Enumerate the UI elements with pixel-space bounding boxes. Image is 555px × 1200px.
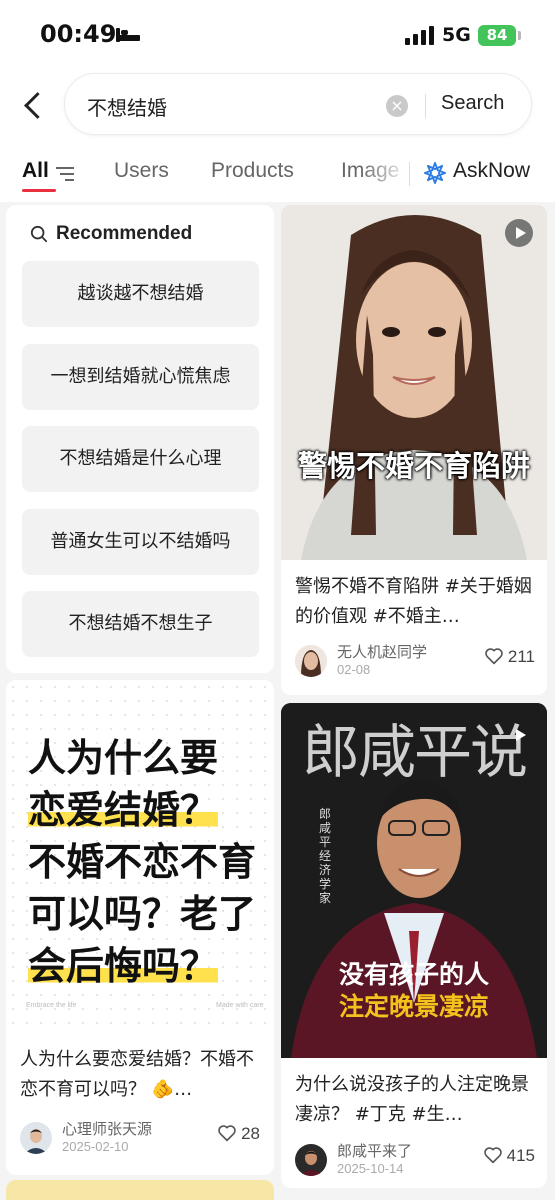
- avatar[interactable]: [295, 1144, 327, 1176]
- avatar[interactable]: [20, 1122, 52, 1154]
- post-date: 02-08: [337, 662, 371, 677]
- network-type: 5G: [442, 24, 471, 46]
- cover-caption: 没有孩子的人: [338, 960, 489, 989]
- heart-icon: [485, 648, 503, 665]
- cover-caption: 注定晚景凄凉: [338, 992, 489, 1021]
- like-count: 28: [241, 1124, 260, 1143]
- recommended-item[interactable]: 普通女生可以不结婚吗: [22, 509, 259, 575]
- cover-footer-left: Embrace the life: [26, 1002, 77, 1009]
- post-card[interactable]: 警惕不婚不育陷阱 警惕不婚不育陷阱 #关于婚姻的价值观 #不婚主… 无人机赵同学…: [281, 205, 547, 695]
- cover-line: 人为什么要: [28, 736, 219, 780]
- cellular-signal-icon: [405, 25, 435, 45]
- recommended-item[interactable]: 越谈越不想结婚: [22, 261, 259, 327]
- cover-caption: 警惕不婚不育陷阱: [297, 449, 530, 483]
- recommended-card: Recommended 越谈越不想结婚 一想到结婚就心慌焦虑 不想结婚是什么心理…: [6, 205, 274, 673]
- status-bar: 00:49 5G 84: [0, 0, 555, 70]
- battery-tip: [518, 31, 521, 40]
- recommended-item[interactable]: 不想结婚是什么心理: [22, 426, 259, 492]
- battery-icon: 84: [478, 25, 516, 46]
- video-play-icon: [505, 219, 533, 247]
- author-name[interactable]: 郎咸平来了: [337, 1140, 412, 1161]
- tab-divider: [409, 162, 410, 186]
- post-description[interactable]: 人为什么要恋爱结婚？不婚不恋不育可以吗？ 🫵…: [20, 1045, 260, 1105]
- recommended-title: Recommended: [28, 223, 192, 245]
- asknow-sparkle-icon[interactable]: [424, 162, 446, 184]
- search-query[interactable]: 不想结婚: [87, 92, 167, 121]
- avatar-image: [20, 1122, 52, 1154]
- portrait-photo: [281, 205, 547, 560]
- cover-footer-right: Made with care: [216, 1002, 264, 1009]
- cover-line: 会后悔吗？: [28, 944, 219, 988]
- post-card-partial[interactable]: [6, 1180, 274, 1200]
- avatar[interactable]: [295, 645, 327, 677]
- avatar-image: [295, 1144, 327, 1176]
- status-time: 00:49: [40, 20, 117, 48]
- video-play-icon: [505, 721, 533, 749]
- recommended-item[interactable]: 一想到结婚就心慌焦虑: [22, 344, 259, 410]
- cover-line: 不婚不恋不育: [28, 840, 257, 884]
- post-cover-image[interactable]: 警惕不婚不育陷阱: [281, 205, 547, 560]
- author-name[interactable]: 无人机赵同学: [337, 641, 427, 662]
- like-button[interactable]: 211: [484, 647, 535, 667]
- recommended-title-text: Recommended: [56, 223, 193, 244]
- search-divider: [425, 94, 426, 118]
- cover-vertical-caption: 郎咸平 经济学家: [319, 807, 332, 905]
- cover-title: 郎咸平说: [301, 718, 528, 786]
- recommended-item[interactable]: 不想结婚不想生子: [22, 591, 259, 657]
- post-author-row: 心理师张天源 2025-02-10 28: [20, 1120, 260, 1162]
- tab-users[interactable]: Users: [114, 159, 169, 183]
- tab-all[interactable]: All: [22, 159, 49, 183]
- like-count: 211: [507, 647, 535, 666]
- heart-icon: [483, 1147, 502, 1164]
- clear-search-icon[interactable]: ×: [386, 95, 408, 117]
- filter-tabs: All Users Products Image AskNow: [0, 140, 555, 202]
- post-description[interactable]: 警惕不婚不育陷阱 #关于婚姻的价值观 #不婚主…: [295, 572, 535, 632]
- like-button[interactable]: 28: [217, 1124, 260, 1144]
- tab-fade-overlay: [360, 155, 410, 191]
- post-date: 2025-02-10: [62, 1139, 129, 1154]
- post-card[interactable]: 郎咸平说 郎咸平 经济学家 没有孩子的人 注定晚景凄凉 为什么说没孩子的人注定晚…: [281, 703, 547, 1188]
- tab-asknow[interactable]: AskNow: [453, 159, 530, 183]
- author-name[interactable]: 心理师张天源: [62, 1118, 152, 1139]
- filter-icon[interactable]: [56, 167, 74, 181]
- post-description[interactable]: 为什么说没孩子的人注定晚景凄凉？ #丁克 #生…: [295, 1070, 535, 1130]
- post-cover-image[interactable]: 人为什么要 恋爱结婚？ 不婚不恋不育 可以吗？老了 会后悔吗？ Embrace …: [6, 680, 272, 1025]
- heart-icon: [218, 1125, 236, 1142]
- battery-level: 84: [486, 26, 508, 44]
- back-arrow-icon[interactable]: [20, 88, 48, 124]
- active-tab-indicator: [22, 189, 56, 192]
- cover-line-highlighted: 会后悔吗？: [28, 940, 219, 992]
- like-button[interactable]: 415: [483, 1146, 535, 1166]
- cover-line: 可以吗？老了: [28, 892, 257, 936]
- search-header: 不想结婚 × Search: [0, 70, 555, 140]
- avatar-image: [295, 645, 327, 677]
- search-button[interactable]: Search: [441, 92, 504, 115]
- search-input[interactable]: 不想结婚 × Search: [64, 73, 532, 135]
- like-count: 415: [506, 1146, 535, 1165]
- post-date: 2025-10-14: [337, 1161, 404, 1176]
- cover-line: 恋爱结婚？: [28, 788, 219, 832]
- post-author-row: 郎咸平来了 2025-10-14 415: [295, 1142, 535, 1184]
- post-card[interactable]: 人为什么要 恋爱结婚？ 不婚不恋不育 可以吗？老了 会后悔吗？ Embrace …: [6, 680, 274, 1175]
- tab-products[interactable]: Products: [211, 159, 294, 183]
- cover-line-highlighted: 恋爱结婚？: [28, 784, 219, 836]
- sleep-focus-icon: [116, 28, 140, 42]
- post-author-row: 无人机赵同学 02-08 211: [295, 643, 535, 685]
- post-cover-image[interactable]: 郎咸平说 郎咸平 经济学家 没有孩子的人 注定晚景凄凉: [281, 703, 547, 1058]
